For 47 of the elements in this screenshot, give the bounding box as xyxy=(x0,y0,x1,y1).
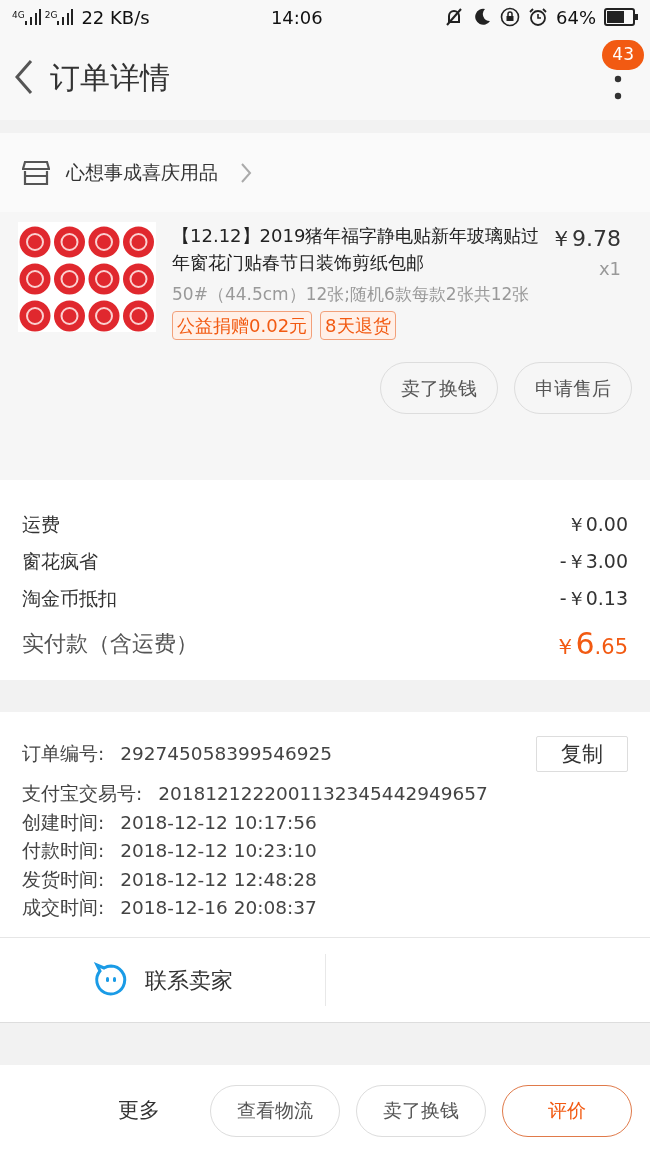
network-speed: 22 KB/s xyxy=(81,5,150,30)
quantity: x1 xyxy=(597,257,621,281)
back-icon[interactable] xyxy=(14,59,34,95)
page-title: 订单详情 xyxy=(50,58,170,97)
store-icon xyxy=(22,159,50,186)
info-label: 成交时间: xyxy=(22,896,105,920)
info-value: 2018-12-12 10:17:56 xyxy=(120,810,317,835)
service-tag: 公益捐赠0.02元 xyxy=(172,311,313,340)
info-value: 2018-12-12 10:23:10 xyxy=(120,839,317,863)
info-value: 2018-12-12 12:48:28 xyxy=(120,867,317,892)
signal-icon xyxy=(24,9,41,25)
info-label: 发货时间: xyxy=(22,867,105,892)
fee-value: -￥3.00 xyxy=(559,549,628,575)
copy-button[interactable]: 复制 xyxy=(536,736,628,772)
info-label: 支付宝交易号: xyxy=(22,782,143,806)
notification-badge: 43 xyxy=(602,40,644,70)
fee-label: 运费 xyxy=(22,512,60,538)
info-value: 292745058399546925 xyxy=(120,741,333,766)
chat-face-icon[interactable] xyxy=(92,962,129,998)
rotation-lock-icon xyxy=(500,7,520,27)
network-label: 4G xyxy=(12,9,25,22)
total-value: ￥6.65 xyxy=(553,625,628,663)
alarm-icon xyxy=(528,7,548,27)
contact-seller-link[interactable]: 联系卖家 xyxy=(144,963,233,997)
battery-percent: 64% xyxy=(556,5,596,30)
fee-label: 窗花疯省 xyxy=(22,549,98,575)
fee-value: ￥0.00 xyxy=(566,512,628,538)
info-label: 付款时间: xyxy=(22,839,105,863)
product-price: ￥9.78 xyxy=(550,225,621,253)
network-label: 2G xyxy=(44,9,58,22)
info-value: 2018-12-16 20:08:37 xyxy=(120,896,317,920)
moon-icon xyxy=(472,7,492,27)
signal-icon xyxy=(57,9,74,25)
info-label: 订单编号: xyxy=(22,741,105,766)
mute-bell-icon xyxy=(444,7,464,27)
product-title[interactable]: 【12.12】2019猪年福字静电贴新年玻璃贴过年窗花门贴春节日装饰剪纸包邮 xyxy=(172,222,542,276)
clock: 14:06 xyxy=(270,5,323,30)
shop-name[interactable]: 心想事成喜庆用品 xyxy=(66,158,218,187)
fee-label: 淘金币抵扣 xyxy=(22,586,117,612)
total-label: 实付款（含运费） xyxy=(22,630,198,658)
more-link[interactable]: 更多 xyxy=(118,1094,160,1127)
fee-value: -￥0.13 xyxy=(559,586,628,612)
service-tag: 8天退货 xyxy=(320,311,396,340)
info-label: 创建时间: xyxy=(22,810,105,835)
battery-icon xyxy=(604,8,638,26)
product-spec: 50#（44.5cm）12张;随机6款每款2张共12张 xyxy=(172,283,531,306)
info-value: 2018121222001132345442949657 xyxy=(158,782,488,806)
